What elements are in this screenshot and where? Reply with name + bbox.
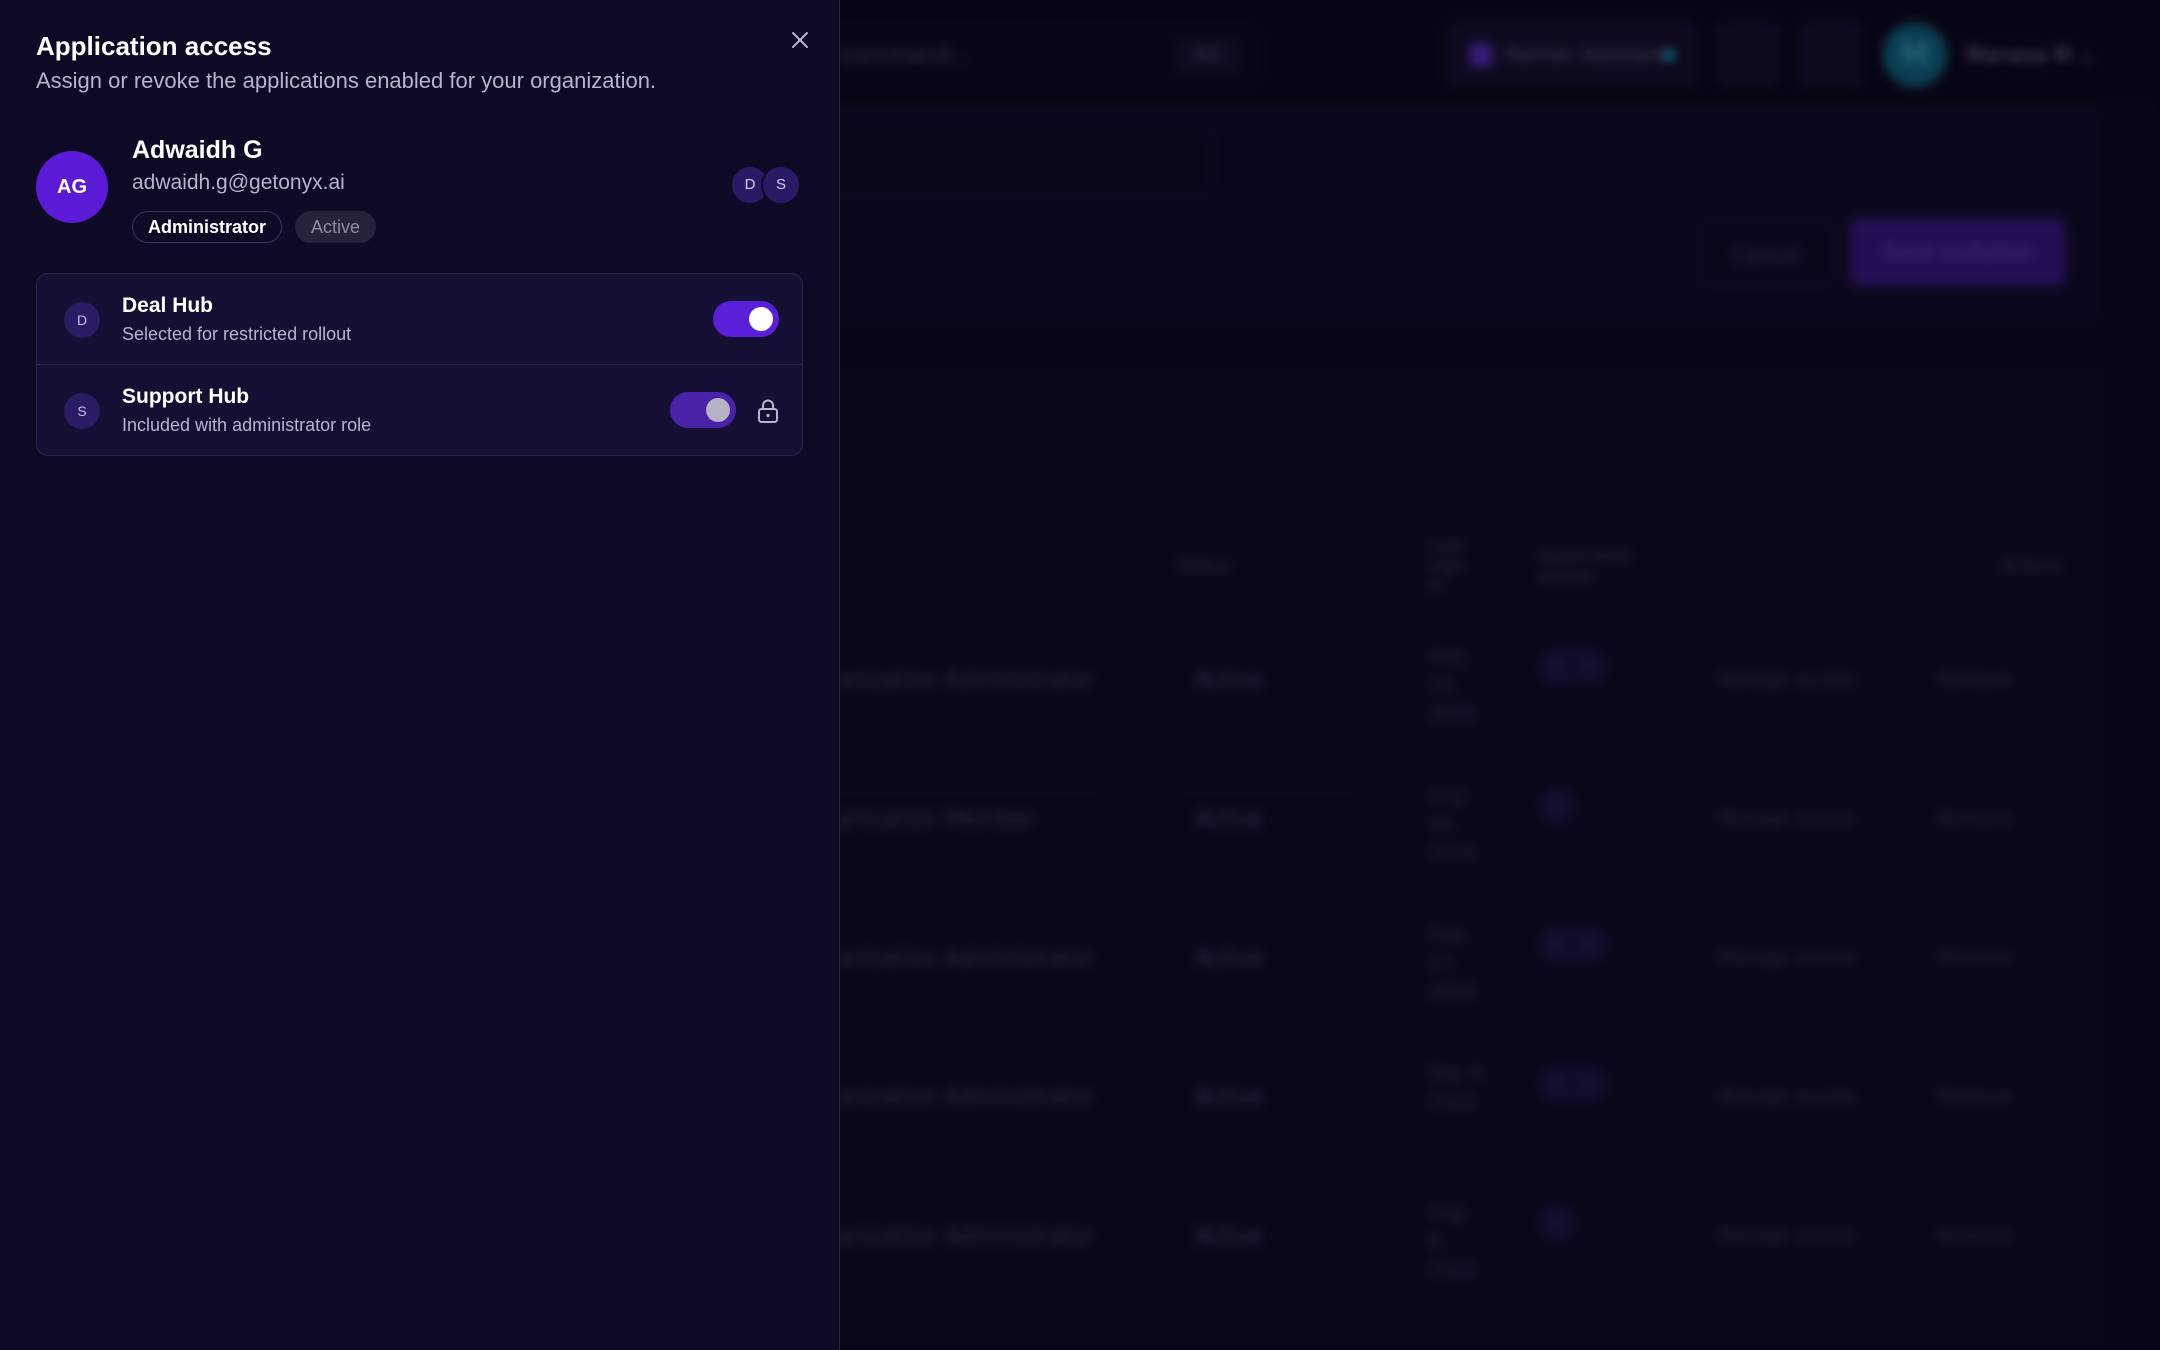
lock-icon: [758, 399, 778, 423]
user-avatar: AG: [36, 151, 108, 223]
status-badge: Active: [295, 211, 377, 243]
panel-title: Application access: [36, 31, 272, 61]
app-name: Support Hub: [122, 385, 250, 408]
enabled-apps-stack: D S: [730, 165, 804, 205]
panel-subtitle: Assign or revoke the applications enable…: [36, 68, 657, 93]
list-item-support-hub: S Support Hub Included with administrato…: [37, 365, 802, 455]
user-name: Adwaidh G: [132, 136, 263, 164]
app-avatar-support-hub: S: [761, 165, 801, 205]
support-hub-toggle: [670, 392, 736, 428]
close-icon: [792, 32, 808, 48]
user-email: adwaidh.g@getonyx.ai: [132, 171, 345, 194]
toggle-knob: [749, 307, 773, 331]
app-description: Included with administrator role: [122, 415, 372, 435]
deal-hub-icon: D: [64, 302, 100, 338]
close-button[interactable]: [784, 24, 816, 56]
application-access-panel: Application access Assign or revoke the …: [0, 0, 840, 1350]
support-hub-icon: S: [64, 393, 100, 429]
toggle-knob: [706, 398, 730, 422]
deal-hub-toggle[interactable]: [713, 301, 779, 337]
application-list: D Deal Hub Selected for restricted rollo…: [36, 273, 803, 456]
app-description: Selected for restricted rollout: [122, 324, 352, 344]
role-badge: Administrator: [132, 211, 283, 243]
app-name: Deal Hub: [122, 294, 214, 317]
list-item-deal-hub: D Deal Hub Selected for restricted rollo…: [37, 274, 802, 365]
